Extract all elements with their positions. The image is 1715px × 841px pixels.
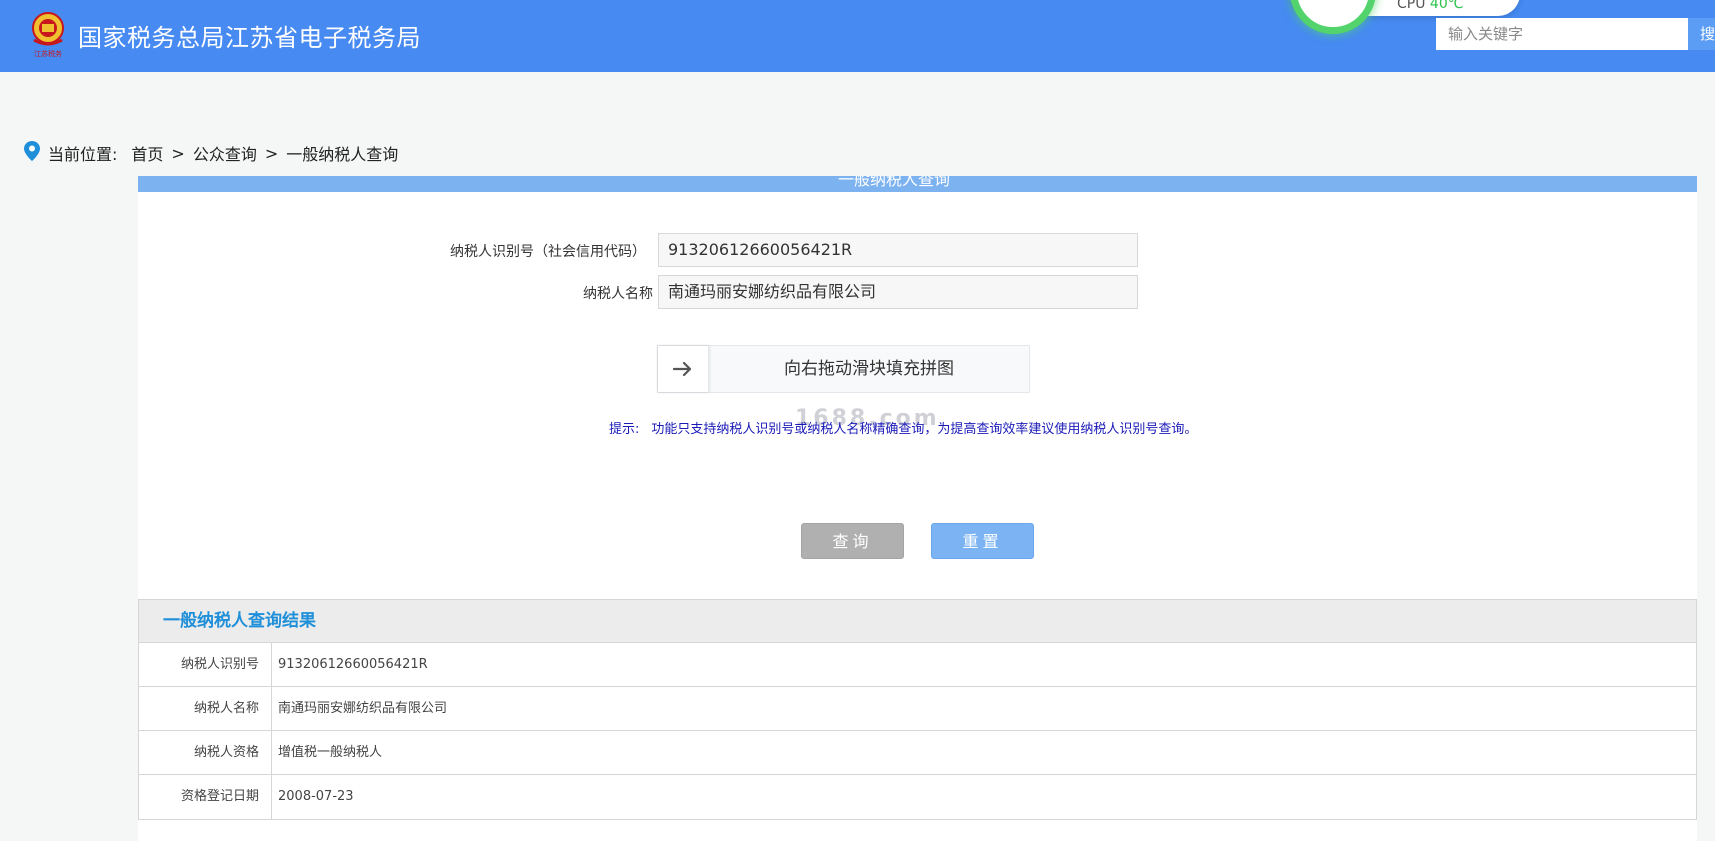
- tax-emblem-logo[interactable]: 江苏税务: [28, 10, 68, 58]
- cpu-temperature: 40℃: [1429, 0, 1464, 12]
- result-key: 纳税人识别号: [139, 643, 272, 686]
- location-pin-icon: [24, 141, 40, 161]
- breadcrumb-current: 一般纳税人查询: [286, 145, 399, 164]
- breadcrumb-label: 当前位置:: [48, 145, 118, 164]
- breadcrumb-separator: >: [264, 143, 279, 163]
- table-row: 纳税人资格 增值税一般纳税人: [139, 731, 1696, 775]
- taxpayer-id-input[interactable]: 91320612660056421R: [658, 233, 1138, 267]
- result-key: 资格登记日期: [139, 775, 272, 819]
- panel-title-bar: 一般纳税人查询: [138, 176, 1697, 192]
- result-title: 一般纳税人查询结果: [139, 600, 1696, 643]
- table-row: 纳税人名称 南通玛丽安娜纺织品有限公司: [139, 687, 1696, 731]
- result-table: 一般纳税人查询结果 纳税人识别号 91320612660056421R 纳税人名…: [138, 599, 1697, 820]
- result-key: 纳税人名称: [139, 687, 272, 730]
- search-button[interactable]: 搜索: [1688, 18, 1715, 50]
- captcha-slider[interactable]: 向右拖动滑块填充拼图: [657, 345, 1030, 393]
- result-key: 纳税人资格: [139, 731, 272, 774]
- site-title[interactable]: 国家税务总局江苏省电子税务局: [78, 18, 421, 53]
- table-row: 纳税人识别号 91320612660056421R: [139, 643, 1696, 687]
- slider-handle[interactable]: [658, 346, 709, 392]
- taxpayer-id-label: 纳税人识别号（社会信用代码）: [450, 244, 646, 260]
- result-value: 2008-07-23: [278, 789, 354, 804]
- search-input[interactable]: [1436, 18, 1688, 50]
- cpu-label: CPU: [1397, 0, 1426, 12]
- emblem-label: 江苏税务: [34, 49, 62, 58]
- panel-title: 一般纳税人查询: [838, 176, 951, 189]
- query-hint: 提示: 功能只支持纳税人识别号或纳税人名称精确查询，为提高查询效率建议使用纳税人识…: [609, 418, 1197, 437]
- result-value: 南通玛丽安娜纺织品有限公司: [278, 701, 448, 716]
- breadcrumb-home[interactable]: 首页: [131, 141, 163, 165]
- taxpayer-name-input[interactable]: 南通玛丽安娜纺织品有限公司: [658, 275, 1138, 309]
- cpu-readout: CPU 40℃: [1397, 0, 1463, 12]
- query-button[interactable]: 查询: [801, 523, 904, 559]
- taxpayer-name-label: 纳税人名称: [583, 286, 653, 302]
- arrow-right-icon: [673, 361, 692, 377]
- hint-text: 功能只支持纳税人识别号或纳税人名称精确查询，为提高查询效率建议使用纳税人识别号查…: [651, 422, 1198, 437]
- breadcrumb: 当前位置: 首页 > 公众查询 > 一般纳税人查询: [24, 141, 398, 165]
- result-value: 91320612660056421R: [278, 657, 428, 672]
- slider-instruction: 向右拖动滑块填充拼图: [784, 359, 954, 379]
- breadcrumb-public-query[interactable]: 公众查询: [193, 141, 257, 165]
- hint-label: 提示:: [609, 422, 640, 437]
- table-row: 资格登记日期 2008-07-23: [139, 775, 1696, 819]
- breadcrumb-separator: >: [171, 143, 185, 163]
- reset-button[interactable]: 重置: [931, 523, 1034, 559]
- result-value: 增值税一般纳税人: [278, 745, 383, 760]
